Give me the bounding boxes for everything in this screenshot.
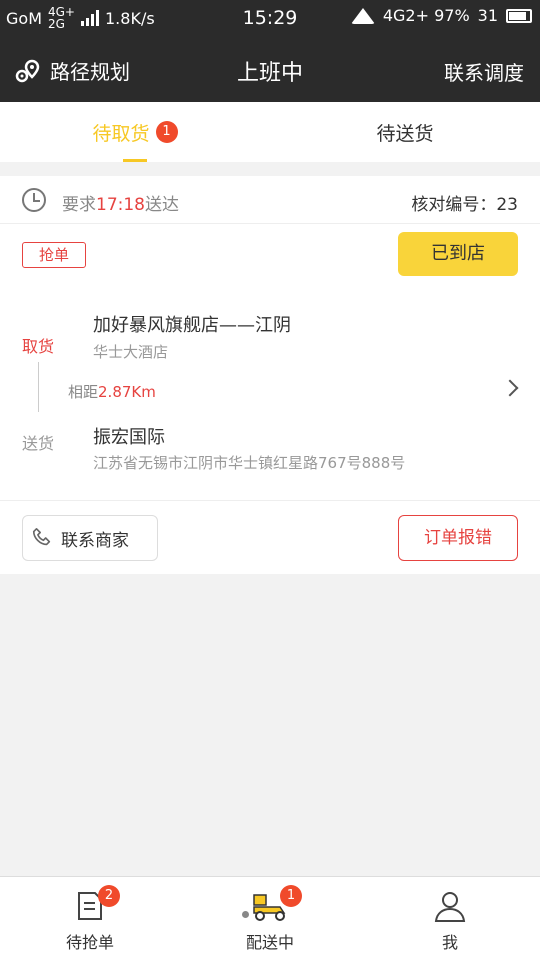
contact-merchant-button[interactable]: 联系商家 (22, 515, 158, 561)
deliver-address: 江苏省无锡市江阴市华士镇红星路767号888号 (93, 454, 406, 472)
order-tabs: 待取货 1 待送货 (0, 102, 540, 162)
required-delivery-time: 要求17:18送达 (62, 190, 179, 215)
status-right-text: 4G2+ 97% (382, 6, 470, 25)
phone-icon (32, 528, 51, 546)
battery-icon (506, 8, 532, 23)
active-tab-indicator (123, 159, 147, 162)
tab-pending-delivery[interactable]: 待送货 (270, 102, 540, 162)
nav-delivering-badge: 1 (280, 885, 302, 907)
deliver-label: 送货 (22, 434, 55, 453)
contact-dispatch-button[interactable]: 联系调度 (444, 57, 524, 86)
tab-pending-delivery-label: 待送货 (376, 122, 434, 145)
order-card[interactable]: 要求17:18送达 核对编号：23 抢单 已到店 取货 加好暴风旗舰店——江阴 … (0, 176, 540, 574)
verify-number: 核对编号：23 (411, 190, 518, 215)
nav-me-label: 我 (441, 933, 458, 952)
require-suffix: 送达 (145, 195, 179, 215)
clock-icon (22, 188, 46, 212)
deliver-destination-name: 振宏国际 (93, 427, 165, 448)
require-prefix: 要求 (62, 195, 96, 215)
require-time: 17:18 (96, 195, 145, 215)
status-right: 4G2+ 97% 31 (350, 6, 532, 25)
distance-info: 相距2.87Km (68, 381, 156, 402)
pickup-store-name: 加好暴风旗舰店——江阴 (93, 315, 291, 336)
bottom-navigation: 2 待抢单 1 配送中 我 (0, 876, 540, 960)
tab-pending-pickup-label: 待取货 (92, 122, 150, 145)
wifi-icon (350, 7, 375, 24)
divider (0, 500, 540, 501)
nav-grab-orders-label: 待抢单 (65, 933, 114, 952)
nav-dot (242, 911, 249, 918)
person-icon (434, 892, 466, 922)
verify-label: 核对编号： (411, 195, 497, 215)
route-connector-line (38, 362, 39, 412)
distance-value: 2.87Km (98, 383, 156, 401)
contact-merchant-label: 联系商家 (61, 530, 129, 551)
status-bar: GoM 4G+ 2G 1.8K/s 15:29 4G2+ 97% 31 (0, 0, 540, 36)
nav-delivering[interactable]: 1 配送中 (180, 877, 360, 960)
route-planning-button[interactable]: 路径规划 (14, 56, 130, 85)
app-header: 路径规划 上班中 联系调度 (0, 36, 540, 102)
route-icon (15, 59, 40, 82)
report-order-error-button[interactable]: 订单报错 (398, 515, 518, 561)
grab-order-tag: 抢单 (22, 242, 86, 268)
battery-level: 31 (477, 6, 498, 25)
arrived-at-store-button[interactable]: 已到店 (398, 232, 518, 276)
nav-delivering-label: 配送中 (245, 933, 294, 952)
route-planning-label: 路径规划 (50, 60, 130, 84)
distance-label: 相距 (68, 383, 99, 401)
nav-grab-orders[interactable]: 2 待抢单 (0, 877, 180, 960)
pickup-label: 取货 (22, 337, 55, 356)
chevron-right-icon[interactable] (501, 379, 519, 397)
pickup-address: 华士大酒店 (93, 343, 169, 361)
tab-pending-pickup-badge: 1 (155, 121, 178, 143)
tab-pending-pickup[interactable]: 待取货 1 (0, 102, 270, 162)
nav-grab-orders-badge: 2 (98, 885, 120, 907)
order-time-row: 要求17:18送达 核对编号：23 (0, 176, 540, 224)
nav-me[interactable]: 我 (360, 877, 540, 960)
verify-value: 23 (496, 195, 518, 215)
